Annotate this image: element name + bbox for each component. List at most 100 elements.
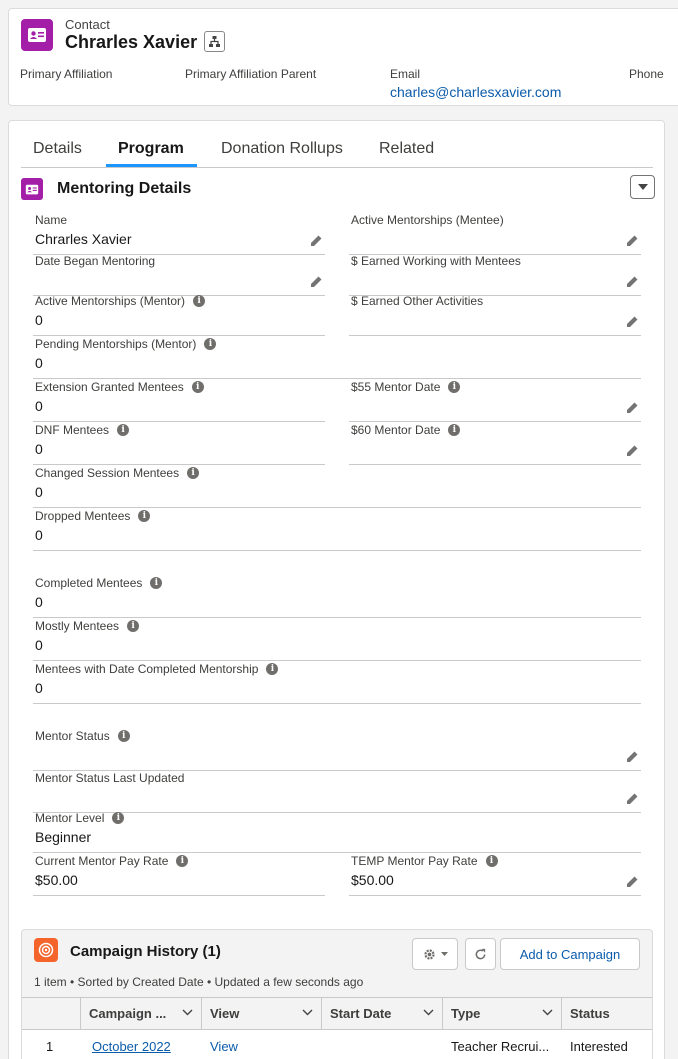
pencil-icon[interactable] — [625, 792, 639, 806]
field-label: $ Earned Working with Mentees — [351, 254, 521, 268]
field-extension-granted-mentees: Extension Granted Mentees i 0 — [33, 380, 325, 422]
object-label: Contact — [65, 17, 110, 32]
column-header-type[interactable]: Type — [443, 998, 562, 1029]
info-icon[interactable]: i — [117, 424, 130, 436]
field-55-mentor-date: $55 Mentor Date i — [349, 380, 641, 422]
field-label: Active Mentorships (Mentor) — [35, 294, 186, 308]
info-icon[interactable]: i — [112, 812, 125, 824]
field-completed-mentees: Completed Mentees i 0 — [33, 576, 641, 618]
field-label: $ Earned Other Activities — [351, 294, 484, 308]
chevron-down-icon — [423, 1009, 434, 1016]
field-temp-mentor-pay-rate: TEMP Mentor Pay Rate i $50.00 — [349, 854, 641, 896]
field-mentor-status-last-updated: Mentor Status Last Updated — [33, 771, 641, 813]
gear-icon — [423, 948, 435, 960]
pencil-icon[interactable] — [625, 401, 639, 415]
pencil-icon[interactable] — [625, 315, 639, 329]
table-header: Campaign ... View Start Date Type Status — [22, 997, 652, 1030]
field-label: Mentor Level — [35, 811, 105, 825]
section-title: Mentoring Details — [57, 180, 192, 197]
field-label: DNF Mentees — [35, 423, 110, 437]
info-icon[interactable]: i — [127, 620, 140, 632]
campaign-history-title: Campaign History (1) — [70, 943, 221, 960]
chevron-down-icon — [637, 183, 648, 190]
info-icon[interactable]: i — [187, 467, 200, 479]
field-label: Pending Mentorships (Mentor) — [35, 337, 197, 351]
field-dropped-mentees: Dropped Mentees i 0 — [33, 509, 641, 551]
type-cell: Teacher Recrui... — [451, 1039, 550, 1054]
info-icon[interactable]: i — [193, 295, 206, 307]
header-field-label-phone: Phone — [629, 67, 664, 81]
pencil-icon[interactable] — [309, 275, 323, 289]
info-icon[interactable]: i — [176, 855, 189, 867]
info-icon[interactable]: i — [150, 577, 163, 589]
campaign-link[interactable]: October 2022 — [92, 1039, 171, 1054]
field-value: 0 — [35, 441, 43, 457]
info-icon[interactable]: i — [138, 510, 151, 522]
info-icon[interactable]: i — [448, 424, 461, 436]
field-label: Active Mentorships (Mentee) — [351, 213, 504, 227]
record-header: Contact Chrarles Xavier Primary Affiliat… — [8, 8, 678, 106]
field-label: Mentees with Date Completed Mentorship — [35, 662, 259, 676]
field-value: $50.00 — [351, 872, 394, 888]
column-header-view[interactable]: View — [202, 998, 322, 1029]
chevron-down-icon — [302, 1009, 313, 1016]
field-name: Name Chrarles Xavier — [33, 213, 325, 255]
contact-card-icon — [21, 178, 43, 200]
chevron-down-icon — [182, 1009, 193, 1016]
info-icon[interactable]: i — [204, 338, 217, 350]
field-value: 0 — [35, 680, 43, 696]
field-label: Completed Mentees — [35, 576, 143, 590]
row-number: 1 — [46, 1039, 54, 1054]
pencil-icon[interactable] — [625, 444, 639, 458]
active-tab-indicator — [106, 164, 197, 167]
field-label: $60 Mentor Date — [351, 423, 441, 437]
column-header-start-date[interactable]: Start Date — [322, 998, 443, 1029]
field-label: Mentor Status Last Updated — [35, 771, 185, 785]
field-mostly-mentees: Mostly Mentees i 0 — [33, 619, 641, 661]
tab-donation-rollups[interactable]: Donation Rollups — [221, 140, 343, 158]
section-menu-button[interactable] — [630, 175, 655, 199]
field-active-mentorships-mentor: Active Mentorships (Mentor) i 0 — [33, 294, 325, 336]
record-name: Chrarles Xavier — [65, 32, 198, 52]
column-header-campaign[interactable]: Campaign ... — [81, 998, 202, 1029]
field-60-mentor-date: $60 Mentor Date i — [349, 423, 641, 465]
add-to-campaign-button[interactable]: Add to Campaign — [500, 938, 640, 970]
pencil-icon[interactable] — [309, 234, 323, 248]
info-icon[interactable]: i — [266, 663, 279, 675]
field-value: 0 — [35, 398, 43, 414]
field-label: $55 Mentor Date — [351, 380, 441, 394]
info-icon[interactable]: i — [485, 855, 498, 867]
tab-bar: Details Program Donation Rollups Related — [21, 121, 653, 168]
email-link[interactable]: charles@charlesxavier.com — [390, 84, 561, 100]
tab-program[interactable]: Program — [118, 140, 184, 158]
refresh-button[interactable] — [465, 938, 496, 970]
info-icon[interactable]: i — [191, 381, 204, 393]
field-label: Mostly Mentees — [35, 619, 120, 633]
pencil-icon[interactable] — [625, 875, 639, 889]
field-changed-session-mentees: Changed Session Mentees i 0 — [33, 466, 641, 508]
pencil-icon[interactable] — [625, 234, 639, 248]
target-icon — [34, 938, 58, 962]
field-earned-working-with-mentees: $ Earned Working with Mentees — [349, 254, 641, 296]
column-header-status[interactable]: Status — [562, 998, 652, 1029]
campaign-history-subtitle: 1 item • Sorted by Created Date • Update… — [34, 975, 364, 989]
pencil-icon[interactable] — [625, 275, 639, 289]
field-value: Beginner — [35, 829, 92, 845]
field-current-mentor-pay-rate: Current Mentor Pay Rate i $50.00 — [33, 854, 325, 896]
header-field-label-primary-affiliation: Primary Affiliation — [20, 67, 113, 81]
info-icon[interactable]: i — [117, 730, 130, 742]
field-label: Dropped Mentees — [35, 509, 131, 523]
list-settings-button[interactable] — [412, 938, 458, 970]
field-dnf-mentees: DNF Mentees i 0 — [33, 423, 325, 465]
hierarchy-button[interactable] — [204, 31, 225, 52]
tab-related[interactable]: Related — [379, 140, 434, 158]
pencil-icon[interactable] — [625, 750, 639, 764]
view-link[interactable]: View — [210, 1039, 238, 1054]
info-icon[interactable]: i — [448, 381, 461, 393]
refresh-icon — [475, 948, 486, 959]
table-row: 1 October 2022 View Teacher Recrui... In… — [22, 1030, 652, 1059]
field-active-mentorships-mentee: Active Mentorships (Mentee) — [349, 213, 641, 255]
tab-details[interactable]: Details — [33, 140, 82, 158]
field-value: 0 — [35, 637, 43, 653]
field-label: Extension Granted Mentees — [35, 380, 184, 394]
